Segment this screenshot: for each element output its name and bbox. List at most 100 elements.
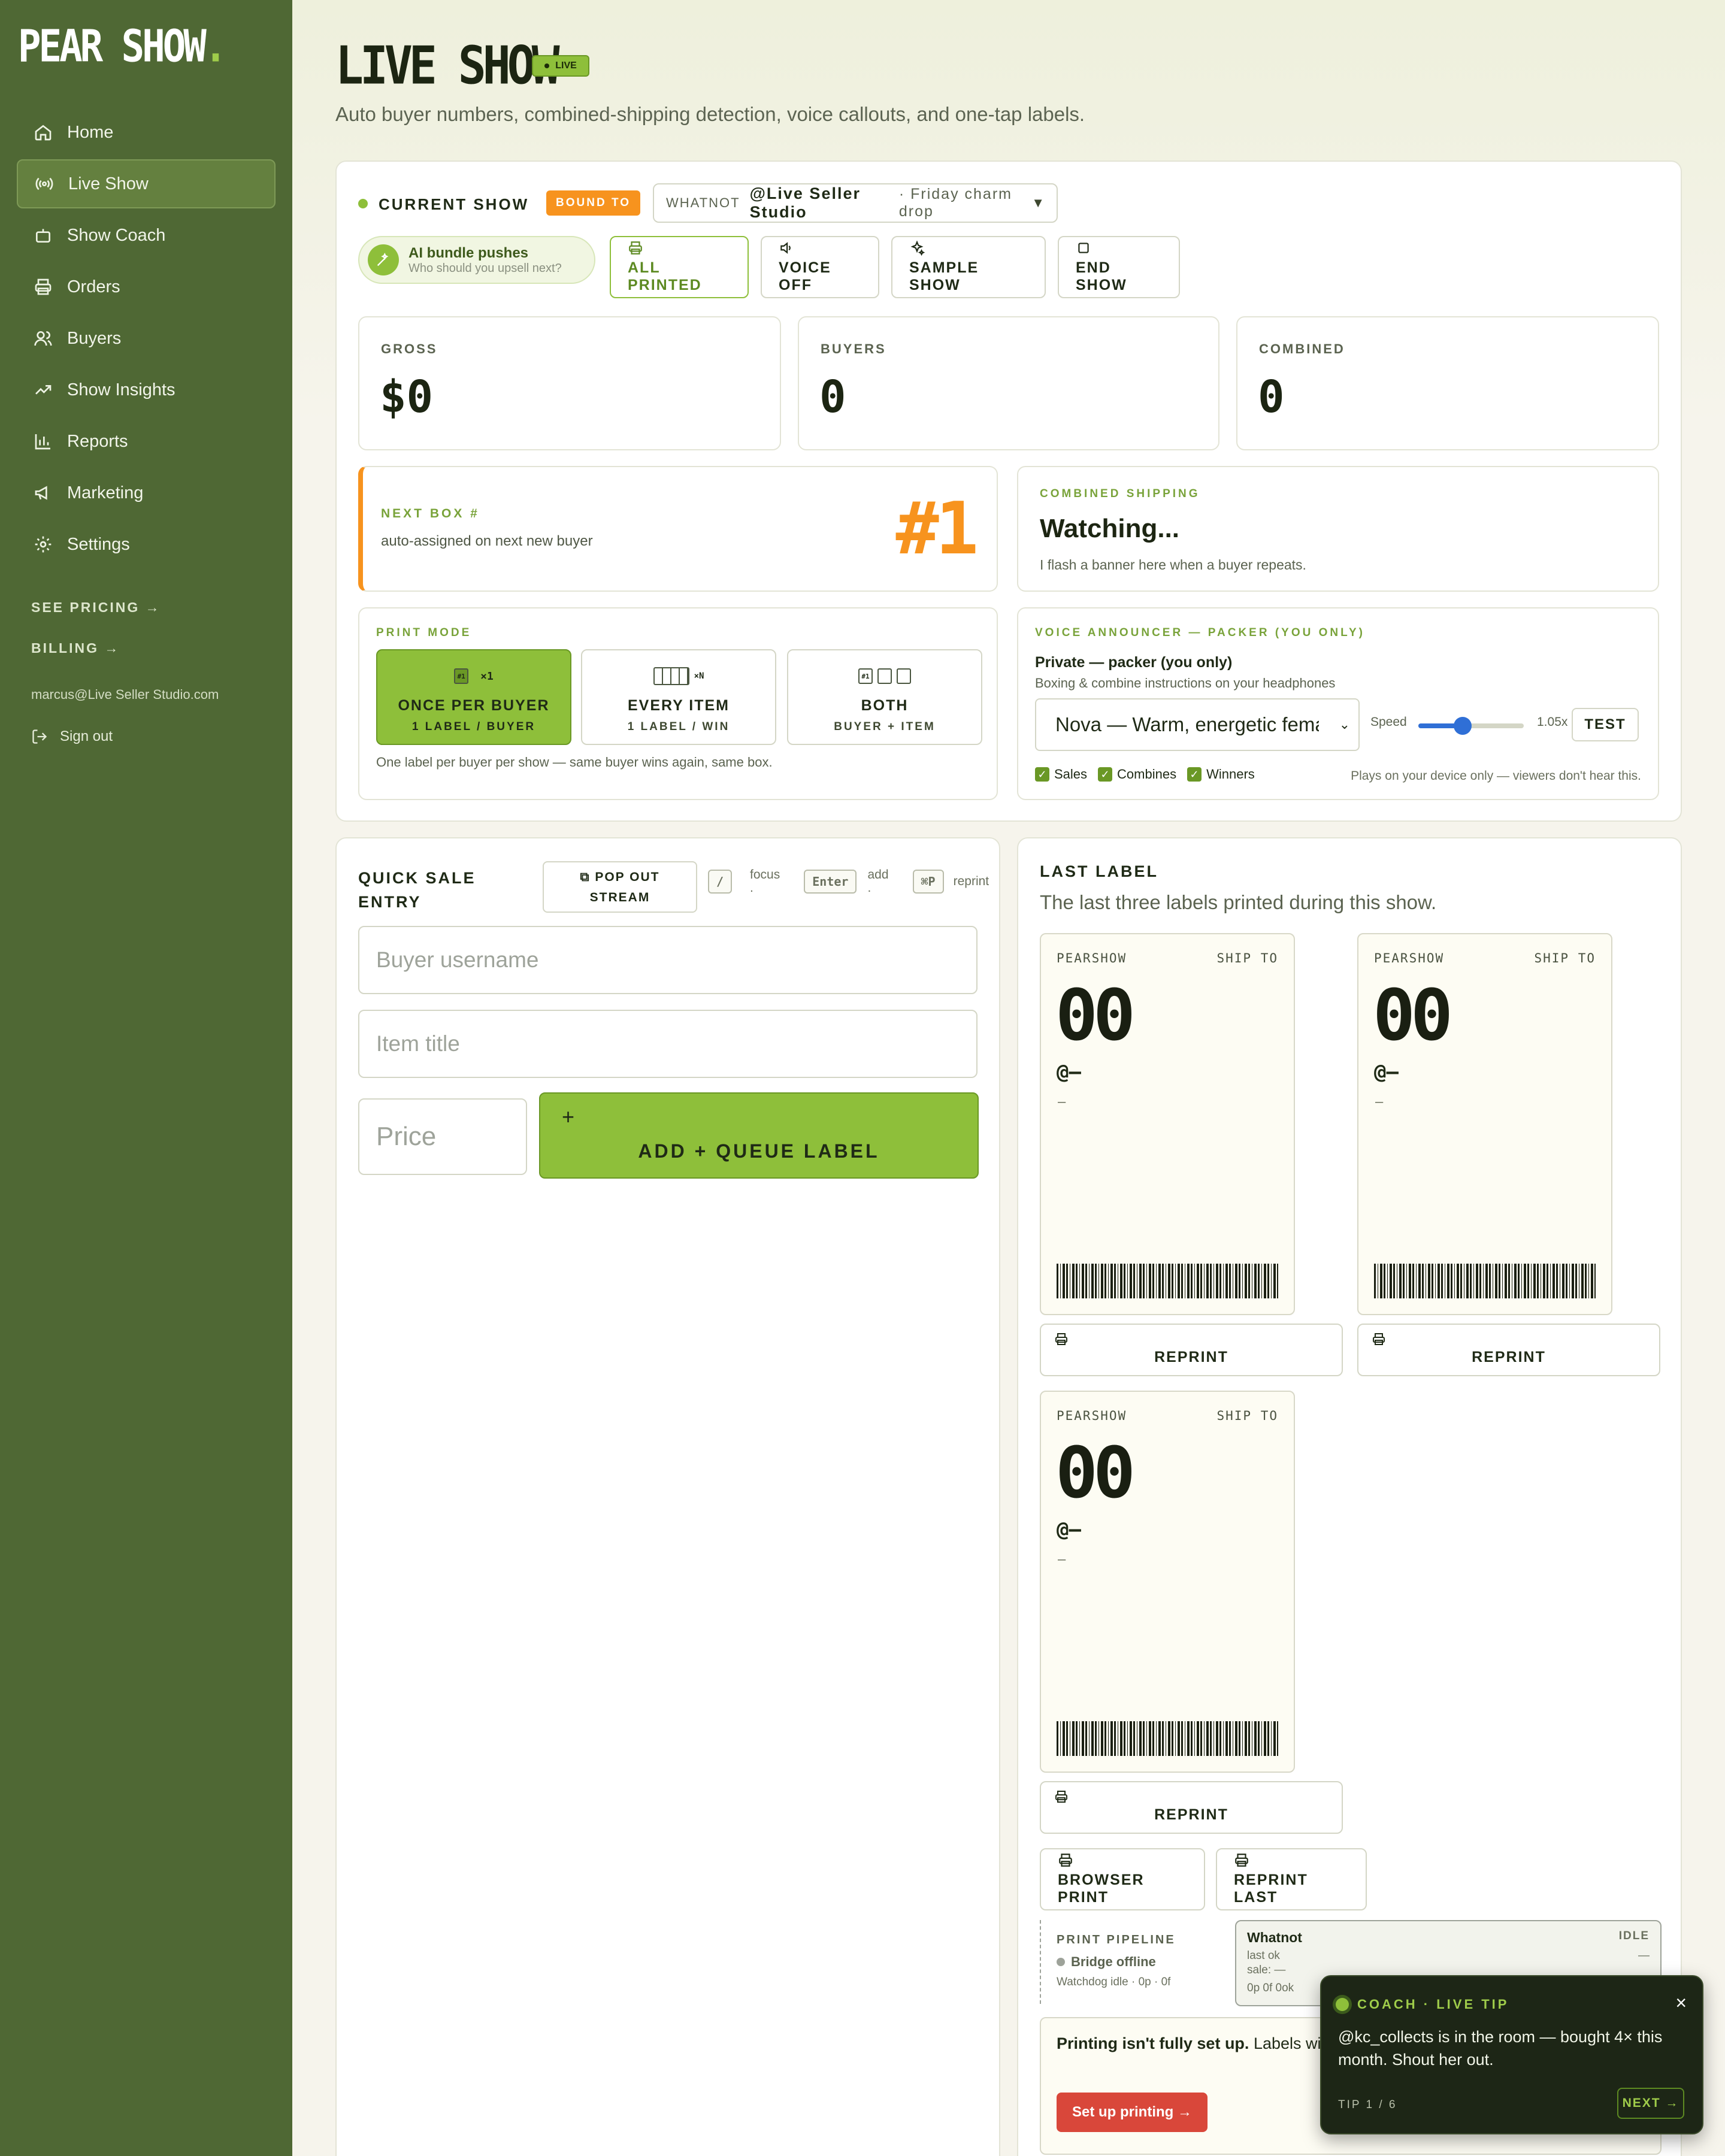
popout-icon: ⧉ <box>580 870 591 884</box>
pipeline-label: PRINT PIPELINE <box>1057 1933 1176 1946</box>
speed-slider-thumb[interactable] <box>1453 717 1472 735</box>
sample-show-button[interactable]: SAMPLE SHOW <box>891 236 1046 298</box>
reprint-button[interactable]: REPRINT <box>1357 1324 1660 1376</box>
checkbox-combines-label: Combines <box>1117 767 1177 782</box>
ai-pill-subtitle: Who should you upsell next? <box>408 261 562 275</box>
voice-select[interactable]: Nova — Warm, energetic female ⌄ <box>1035 698 1360 751</box>
shipping-label-preview: PEARSHOW SHIP TO 00 @— — <box>1040 1391 1295 1773</box>
combined-shipping-label: COMBINED SHIPPING <box>1040 487 1200 500</box>
checkbox-winners[interactable]: ✓ Winners <box>1187 767 1255 782</box>
sidebar-item-reports[interactable]: Reports <box>17 417 276 466</box>
coach-message: @kc_collects is in the room — bought 4× … <box>1338 2028 1663 2069</box>
ai-pill-title: AI bundle pushes <box>408 244 529 261</box>
sidebar-item-label: Home <box>67 122 114 142</box>
mode-once-mult: ×1 <box>480 670 494 683</box>
robot-icon <box>36 229 50 243</box>
sidebar-item-label: Marketing <box>67 483 144 502</box>
add-queue-label-button[interactable]: + ADD + QUEUE LABEL <box>539 1092 979 1179</box>
next-box-panel: NEXT BOX # auto-assigned on next new buy… <box>358 466 998 592</box>
mode-both-sub: BUYER + ITEM <box>834 720 936 733</box>
quick-sale-title: QUICK SALE ENTRY <box>358 869 476 911</box>
test-voice-button[interactable]: TEST <box>1572 708 1639 741</box>
checkbox-combines[interactable]: ✓ Combines <box>1098 767 1176 782</box>
mode-every-title: EVERY ITEM <box>627 697 730 714</box>
label-address: — <box>1058 1095 1066 1110</box>
hint-focus: focus. <box>750 868 780 895</box>
reprint-button[interactable]: REPRINT <box>1040 1781 1343 1834</box>
bar-chart-icon <box>35 434 50 450</box>
sign-out-label: Sign out <box>60 728 113 744</box>
users-icon <box>34 331 52 346</box>
checkbox-sales[interactable]: ✓ Sales <box>1035 767 1087 782</box>
shipping-label-preview: PEARSHOW SHIP TO 00 @— — <box>1040 933 1295 1315</box>
wand-icon <box>368 244 399 275</box>
kbd-enter: Enter <box>804 870 857 894</box>
pop-out-stream-button[interactable]: ⧉ POP OUT STREAM <box>543 861 697 913</box>
see-pricing-link[interactable]: SEE PRICING → <box>31 587 276 628</box>
end-show-button[interactable]: END SHOW <box>1058 236 1180 298</box>
sidebar-item-show-insights[interactable]: Show Insights <box>17 365 276 414</box>
checkbox-sales-label: Sales <box>1054 767 1088 782</box>
logout-icon <box>32 729 47 744</box>
close-icon[interactable]: × <box>1675 1992 1687 2014</box>
sidebar-item-show-coach[interactable]: Show Coach <box>17 211 276 260</box>
mode-every-item[interactable]: ×N EVERY ITEM 1 LABEL / WIN <box>581 649 776 745</box>
price-input[interactable]: Price <box>358 1098 527 1175</box>
show-selector[interactable]: WHATNOT @Live Seller Studio · Friday cha… <box>653 183 1058 223</box>
printer-icon <box>1055 1333 1067 1345</box>
mode-every-sub: 1 LABEL / WIN <box>627 720 730 733</box>
voice-off-button[interactable]: VOICE OFF <box>761 236 879 298</box>
voice-announcer-panel: VOICE ANNOUNCER — PACKER (YOU ONLY) Priv… <box>1017 607 1659 800</box>
check-icon: ✓ <box>1035 767 1049 782</box>
ai-bundle-pill[interactable]: AI bundle pushes Who should you upsell n… <box>358 236 595 284</box>
sidebar-item-orders[interactable]: Orders <box>17 262 276 311</box>
reprint-last-button[interactable]: REPRINT LAST <box>1216 1848 1367 1910</box>
voice-off-label: VOICE OFF <box>779 259 831 293</box>
sidebar-item-marketing[interactable]: Marketing <box>17 468 276 517</box>
sidebar-item-label: Buyers <box>67 328 122 348</box>
combined-stat: COMBINED 0 <box>1236 316 1659 450</box>
browser-print-button[interactable]: BROWSER PRINT <box>1040 1848 1205 1910</box>
set-up-printing-button[interactable]: Set up printing → <box>1057 2093 1208 2132</box>
stop-icon <box>1078 243 1089 253</box>
last-label-desc: The last three labels printed during thi… <box>1040 891 1437 913</box>
checkbox-winners-label: Winners <box>1206 767 1255 782</box>
megaphone-icon <box>35 486 47 500</box>
printer-icon <box>35 278 52 295</box>
mode-both-icon: #1 <box>788 666 981 686</box>
billing-link[interactable]: BILLING → <box>31 628 276 668</box>
buyer-username-input[interactable]: Buyer username <box>358 926 978 994</box>
sign-out-link[interactable]: Sign out <box>31 719 276 755</box>
mode-both[interactable]: #1 BOTH BUYER + ITEM <box>787 649 982 745</box>
gear-icon <box>35 536 52 553</box>
sample-show-label: SAMPLE SHOW <box>909 259 979 293</box>
mode-once-per-buyer[interactable]: #1 ×1 ONCE PER BUYER 1 LABEL / BUYER <box>376 649 571 745</box>
combined-shipping-panel: COMBINED SHIPPING Watching... I flash a … <box>1017 466 1659 592</box>
main-content: LIVE SHOW LIVE Auto buyer numbers, combi… <box>292 0 1725 2156</box>
sidebar-item-home[interactable]: Home <box>17 108 276 157</box>
gross-value: $0 <box>380 371 434 423</box>
mode-both-title: BOTH <box>861 697 909 714</box>
speed-slider[interactable] <box>1418 717 1524 735</box>
all-printed-button[interactable]: ALL PRINTED <box>610 236 749 298</box>
account-email: marcus@Live Seller Studio.com <box>31 687 219 702</box>
combined-shipping-status: Watching... <box>1040 514 1180 543</box>
label-handle: @— <box>1374 1060 1399 1084</box>
reprint-button[interactable]: REPRINT <box>1040 1324 1343 1376</box>
coach-status-dot <box>1336 1998 1349 2011</box>
sidebar-item-live-show[interactable]: Live Show <box>17 159 276 208</box>
brand-logo[interactable]: PEAR SHOW. <box>18 22 276 72</box>
sidebar-item-buyers[interactable]: Buyers <box>17 314 276 363</box>
status-dot <box>358 199 368 208</box>
check-icon: ✓ <box>1098 767 1113 782</box>
mode-once-title: ONCE PER BUYER <box>398 697 550 714</box>
sidebar-item-settings[interactable]: Settings <box>17 520 276 569</box>
chevron-down-icon: ▼ <box>1031 195 1045 210</box>
hint-add: add. <box>867 868 889 895</box>
sidebar-item-label: Show Insights <box>67 380 175 399</box>
home-icon <box>35 125 52 141</box>
coach-next-button[interactable]: NEXT → <box>1617 2088 1684 2119</box>
speed-label: Speed <box>1370 715 1407 729</box>
all-printed-label: ALL PRINTED <box>628 259 702 293</box>
item-title-input[interactable]: Item title <box>358 1010 978 1078</box>
